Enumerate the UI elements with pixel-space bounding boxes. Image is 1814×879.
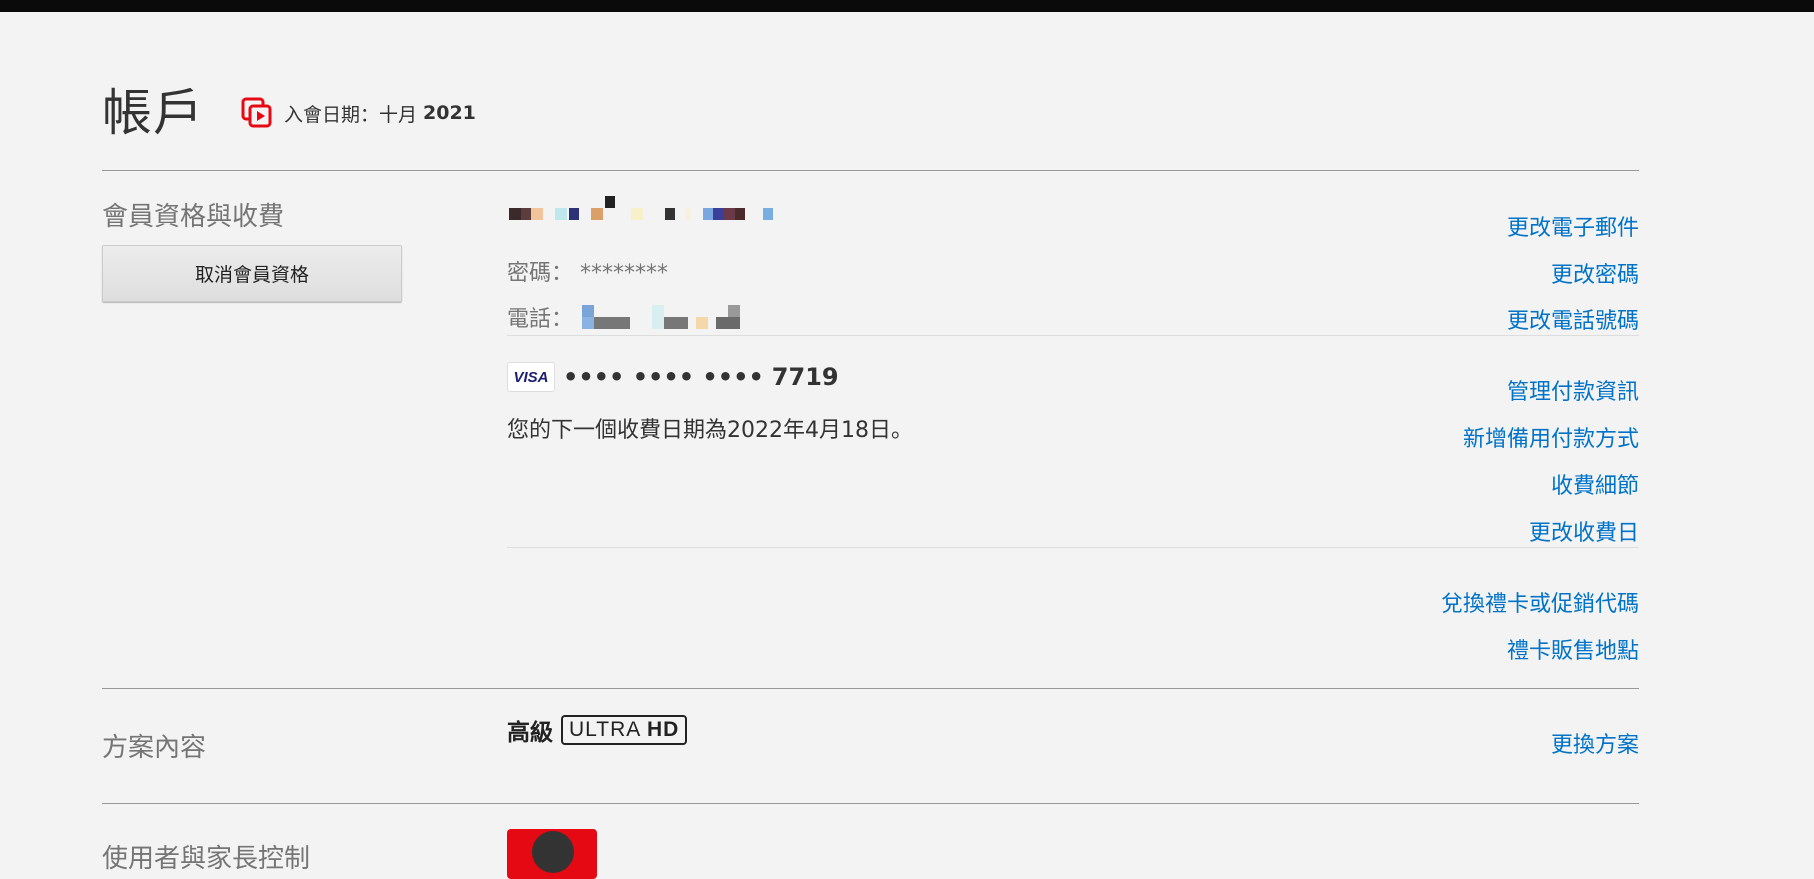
change-billing-day-link[interactable]: 更改收費日	[1529, 515, 1639, 547]
top-bar	[0, 0, 1814, 12]
redeem-gift-card-link[interactable]: 兌換禮卡或促銷代碼	[1441, 586, 1639, 618]
card-masked: •••• •••• ••••	[563, 363, 764, 391]
membership-section-title: 會員資格與收費	[102, 202, 285, 232]
change-phone-link[interactable]: 更改電話號碼	[1507, 303, 1639, 335]
password-value: ********	[580, 261, 669, 286]
add-backup-payment-link[interactable]: 新增備用付款方式	[1463, 421, 1639, 453]
page-title: 帳戶	[102, 84, 204, 142]
plan-name: 高級	[507, 720, 553, 746]
password-label: 密碼：	[507, 261, 574, 286]
section-divider	[102, 170, 1639, 171]
billing-details-link[interactable]: 收費細節	[1551, 468, 1639, 500]
member-since: 入會日期：十月 2021	[240, 96, 476, 130]
phone-value-redacted	[582, 305, 762, 329]
card-last4: 7719	[771, 363, 839, 391]
section-divider	[102, 688, 1639, 689]
page-header: 帳戶 入會日期：十月 2021	[102, 78, 476, 148]
badge-light-text: ULTRA	[569, 718, 641, 741]
payment-card: VISA •••• •••• •••• 7719	[507, 362, 839, 392]
email-value-redacted	[507, 196, 777, 220]
member-since-icon	[241, 97, 272, 128]
change-email-link[interactable]: 更改電子郵件	[1507, 210, 1639, 242]
change-password-link[interactable]: 更改密碼	[1551, 257, 1639, 289]
ultra-hd-badge: ULTRA HD	[561, 715, 688, 745]
plan-info: 高級 ULTRA HD	[507, 713, 688, 747]
phone-label: 電話：	[507, 307, 574, 332]
cancel-membership-button[interactable]: 取消會員資格	[102, 245, 402, 302]
password-row: 密碼： ********	[507, 255, 668, 287]
badge-bold-text: HD	[646, 718, 680, 741]
section-divider	[102, 803, 1639, 804]
manage-payment-link[interactable]: 管理付款資訊	[1507, 374, 1639, 406]
profile-avatar[interactable]	[507, 829, 597, 879]
phone-row: 電話：	[507, 301, 573, 333]
subsection-divider	[507, 547, 1639, 548]
profiles-section-title: 使用者與家長控制	[102, 844, 311, 874]
plan-section-title: 方案內容	[102, 733, 207, 763]
next-billing-date: 您的下一個收費日期為2022年4月18日。	[507, 418, 913, 443]
avatar-image	[532, 831, 574, 873]
change-plan-link[interactable]: 更換方案	[1551, 727, 1639, 759]
gift-card-retailers-link[interactable]: 禮卡販售地點	[1507, 633, 1639, 665]
member-since-year: 2021	[423, 102, 476, 124]
member-since-label: 入會日期：十月	[284, 103, 418, 126]
visa-logo-icon: VISA	[507, 362, 555, 392]
subsection-divider	[507, 335, 1639, 336]
